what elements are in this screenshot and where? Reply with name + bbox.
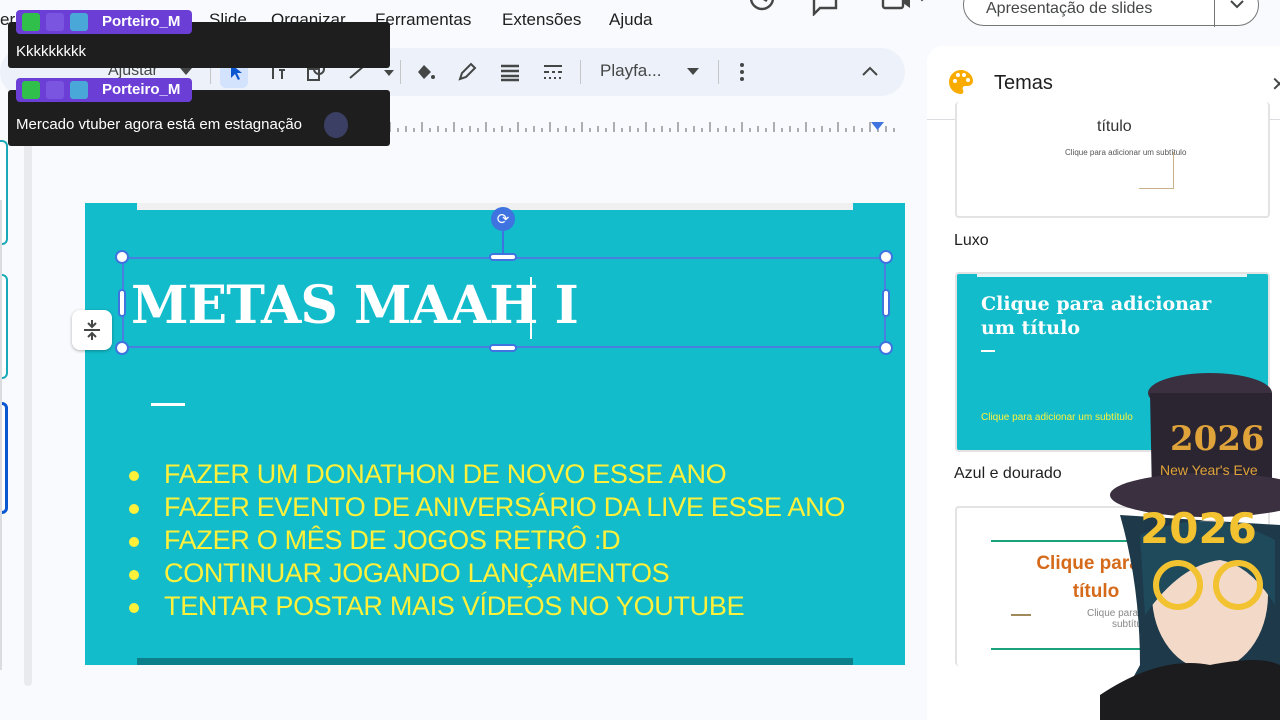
resize-handle-n[interactable] (489, 253, 517, 261)
emote-icon (324, 112, 348, 138)
chat-text: Kkkkkkkkk (16, 43, 87, 60)
theme-preview-title: título (1097, 118, 1132, 135)
bullet-text: TENTAR POSTAR MAIS VÍDEOS NO YOUTUBE (164, 591, 745, 621)
themes-title: Temas (994, 72, 1053, 94)
chat-message-2: Porteiro_M Mercado vtuber agora está em … (8, 78, 390, 146)
chat-username: Porteiro_M (102, 13, 181, 30)
toolbar-separator-2 (400, 60, 401, 84)
chat-user-tag: Porteiro_M (16, 78, 192, 102)
present-button-label: Apresentação de slides (986, 0, 1153, 17)
gem-badge-icon (70, 81, 88, 99)
present-split-divider (1214, 0, 1215, 27)
vertical-align-button[interactable] (72, 310, 112, 350)
bullet-dot (129, 504, 139, 514)
chat-text: Mercado vtuber agora está em estagnação (16, 116, 303, 133)
bullet-item[interactable]: CONTINUAR JOGANDO LANÇAMENTOS (129, 557, 845, 590)
border-dash-icon[interactable] (541, 60, 565, 84)
horizontal-ruler (390, 122, 895, 132)
theme-preview-line (1173, 152, 1174, 188)
collapse-toolbar-icon[interactable] (858, 60, 882, 84)
bullet-item[interactable]: FAZER UM DONATHON DE NOVO ESSE ANO (129, 458, 845, 491)
border-color-icon[interactable] (455, 60, 479, 84)
glasses-year-text: 2026 (1140, 504, 1257, 553)
bullet-item[interactable]: FAZER O MÊS DE JOGOS RETRÔ :D (129, 524, 845, 557)
rotate-icon[interactable]: ⟳ (491, 207, 515, 231)
theme-name-luxo[interactable]: Luxo (954, 232, 989, 250)
video-call-icon[interactable] (880, 0, 930, 16)
bullet-text: FAZER UM DONATHON DE NOVO ESSE ANO (164, 459, 727, 489)
verified-badge-icon (22, 81, 40, 99)
vertical-align-icon (84, 320, 100, 340)
bullet-text: FAZER O MÊS DE JOGOS RETRÔ :D (164, 525, 621, 555)
theme-preview-line-2 (1139, 188, 1174, 189)
slide-filmstrip (0, 96, 40, 720)
bullet-item[interactable]: TENTAR POSTAR MAIS VÍDEOS NO YOUTUBE (129, 590, 845, 623)
fill-color-icon[interactable] (413, 60, 437, 84)
more-options-icon[interactable] (730, 60, 754, 84)
slide-accent-dash (151, 403, 185, 406)
theme-name-azul-dourado[interactable]: Azul e dourado (954, 465, 1062, 483)
close-icon[interactable]: ✕ (1271, 72, 1280, 97)
gem-badge-icon (70, 13, 88, 31)
hat-year-text: 2026 (1170, 419, 1265, 459)
menu-item-extensoes[interactable]: Extensões (502, 10, 581, 30)
theme-preview-subtitle: Clique para adicionar um subtítulo (1065, 148, 1187, 157)
verified-badge-icon (22, 13, 40, 31)
toolbar-separator-4 (718, 60, 719, 84)
zoom-dropdown-icon[interactable] (180, 68, 192, 76)
vertical-ruler (0, 200, 2, 670)
menu-item-ajuda[interactable]: Ajuda (609, 10, 652, 30)
sword-badge-icon (46, 13, 64, 31)
resize-handle-se[interactable] (879, 341, 893, 355)
comment-icon[interactable] (811, 0, 841, 16)
resize-handle-w[interactable] (118, 289, 126, 317)
bullet-dot (129, 603, 139, 613)
theme-preview-title: Clique para adicionar um título (981, 293, 1212, 339)
resize-handle-sw[interactable] (115, 341, 129, 355)
resize-handle-nw[interactable] (115, 250, 129, 264)
line-dropdown-icon[interactable] (384, 70, 394, 76)
hat-subtext: New Year's Eve (1160, 462, 1258, 478)
bullet-text: CONTINUAR JOGANDO LANÇAMENTOS (164, 558, 670, 588)
font-dropdown-icon[interactable] (687, 68, 699, 76)
bullet-item[interactable]: FAZER EVENTO DE ANIVERSÁRIO DA LIVE ESSE… (129, 491, 845, 524)
theme-preview-topbar (977, 274, 1247, 277)
sword-badge-icon (46, 81, 64, 99)
chat-message: Porteiro_M Kkkkkkkkk (8, 10, 390, 68)
font-select[interactable]: Playfa... (600, 61, 661, 81)
bullet-list[interactable]: FAZER UM DONATHON DE NOVO ESSE ANO FAZER… (129, 458, 845, 623)
bullet-dot (129, 537, 139, 547)
chat-user-tag: Porteiro_M (16, 10, 192, 34)
theme-card-luxo[interactable]: título Clique para adicionar um subtítul… (955, 102, 1270, 218)
vtuber-avatar: 2026 New Year's Eve 2026 (1100, 373, 1280, 720)
border-weight-icon[interactable] (498, 60, 522, 84)
filmstrip-scrollbar[interactable] (24, 96, 32, 686)
theme-preview-dash (981, 350, 995, 352)
bullet-dot (129, 570, 139, 580)
resize-handle-e[interactable] (882, 289, 890, 317)
present-button[interactable]: Apresentação de slides (963, 0, 1259, 27)
toolbar-separator-3 (580, 60, 581, 84)
chat-username: Porteiro_M (102, 81, 181, 98)
resize-handle-s[interactable] (489, 344, 517, 352)
chevron-down-icon[interactable] (1229, 0, 1245, 9)
selection-box[interactable] (122, 257, 886, 348)
bullet-dot (129, 471, 139, 481)
theme-preview-dash (1011, 614, 1031, 616)
resize-handle-ne[interactable] (879, 250, 893, 264)
indent-marker-icon[interactable] (871, 122, 884, 130)
bullet-text: FAZER EVENTO DE ANIVERSÁRIO DA LIVE ESSE… (164, 492, 846, 522)
slide-bottom-bar (137, 658, 853, 665)
palette-icon (949, 70, 973, 94)
history-icon[interactable] (748, 0, 778, 16)
